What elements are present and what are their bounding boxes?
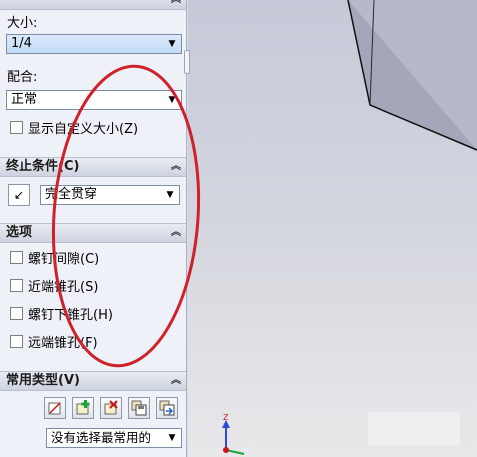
hole-spec-section-header[interactable]: ︽ [0,0,186,10]
collapse-icon[interactable]: ︽ [170,227,182,239]
fit-label: 配合: [7,70,38,85]
size-dropdown[interactable]: 1/4 ▼ [6,34,182,54]
delete-favorite-icon [104,400,118,415]
load-favorite-button[interactable] [156,397,178,419]
reverse-direction-icon: ↙ [13,188,25,202]
no-favorite-icon [48,402,61,415]
add-favorite-icon [76,400,90,415]
chevron-down-icon[interactable]: ▼ [163,188,177,202]
collapse-icon[interactable]: ︽ [170,161,182,173]
watermark [368,412,460,446]
property-manager-panel: ︽ 大小: 1/4 ▼ 配合: 正常 ▼ 显示自定义大小(Z) 终止条件(C) … [0,0,187,457]
custom-size-checkbox-row[interactable]: 显示自定义大小(Z) [10,121,138,139]
panel-splitter-handle[interactable] [184,50,190,74]
collapse-icon[interactable]: ︽ [170,0,182,6]
favorites-section-header[interactable]: 常用类型(V) ︽ [0,371,186,391]
far-side-countersink-checkbox[interactable] [10,335,23,348]
chevron-down-icon[interactable]: ▼ [165,431,179,445]
save-favorite-button[interactable] [128,397,150,419]
fit-dropdown[interactable]: 正常 ▼ [6,90,182,110]
collapse-icon[interactable]: ︽ [170,375,182,387]
load-favorite-icon [159,400,175,416]
option-item[interactable]: 螺钉下锥孔(H) [10,307,113,325]
delete-favorite-button[interactable] [100,397,122,419]
chevron-down-icon[interactable]: ▼ [165,93,179,107]
custom-size-checkbox[interactable] [10,121,23,134]
no-favorite-button[interactable] [44,397,66,419]
axis-triad-icon: Z [222,413,245,455]
option-item[interactable]: 近端锥孔(S) [10,279,98,297]
end-condition-section-header[interactable]: 终止条件(C) ︽ [0,157,186,177]
add-favorite-button[interactable] [72,397,94,419]
end-condition-dropdown[interactable]: 完全贯穿 ▼ [40,185,180,205]
graphics-viewport[interactable]: Z [188,0,477,457]
screw-clearance-checkbox[interactable] [10,251,23,264]
chevron-down-icon[interactable]: ▼ [165,37,179,51]
under-head-countersink-checkbox[interactable] [10,307,23,320]
options-section-header[interactable]: 选项 ︽ [0,223,186,243]
reverse-direction-button[interactable]: ↙ [8,184,30,206]
near-side-countersink-checkbox[interactable] [10,279,23,292]
size-label: 大小: [7,16,38,31]
svg-text:Z: Z [223,413,229,422]
part-model [347,0,477,151]
save-favorite-icon [131,400,147,416]
option-item[interactable]: 远端锥孔(F) [10,335,98,353]
option-item[interactable]: 螺钉间隙(C) [10,251,99,269]
favorites-dropdown[interactable]: 没有选择最常用的 ▼ [46,428,182,448]
